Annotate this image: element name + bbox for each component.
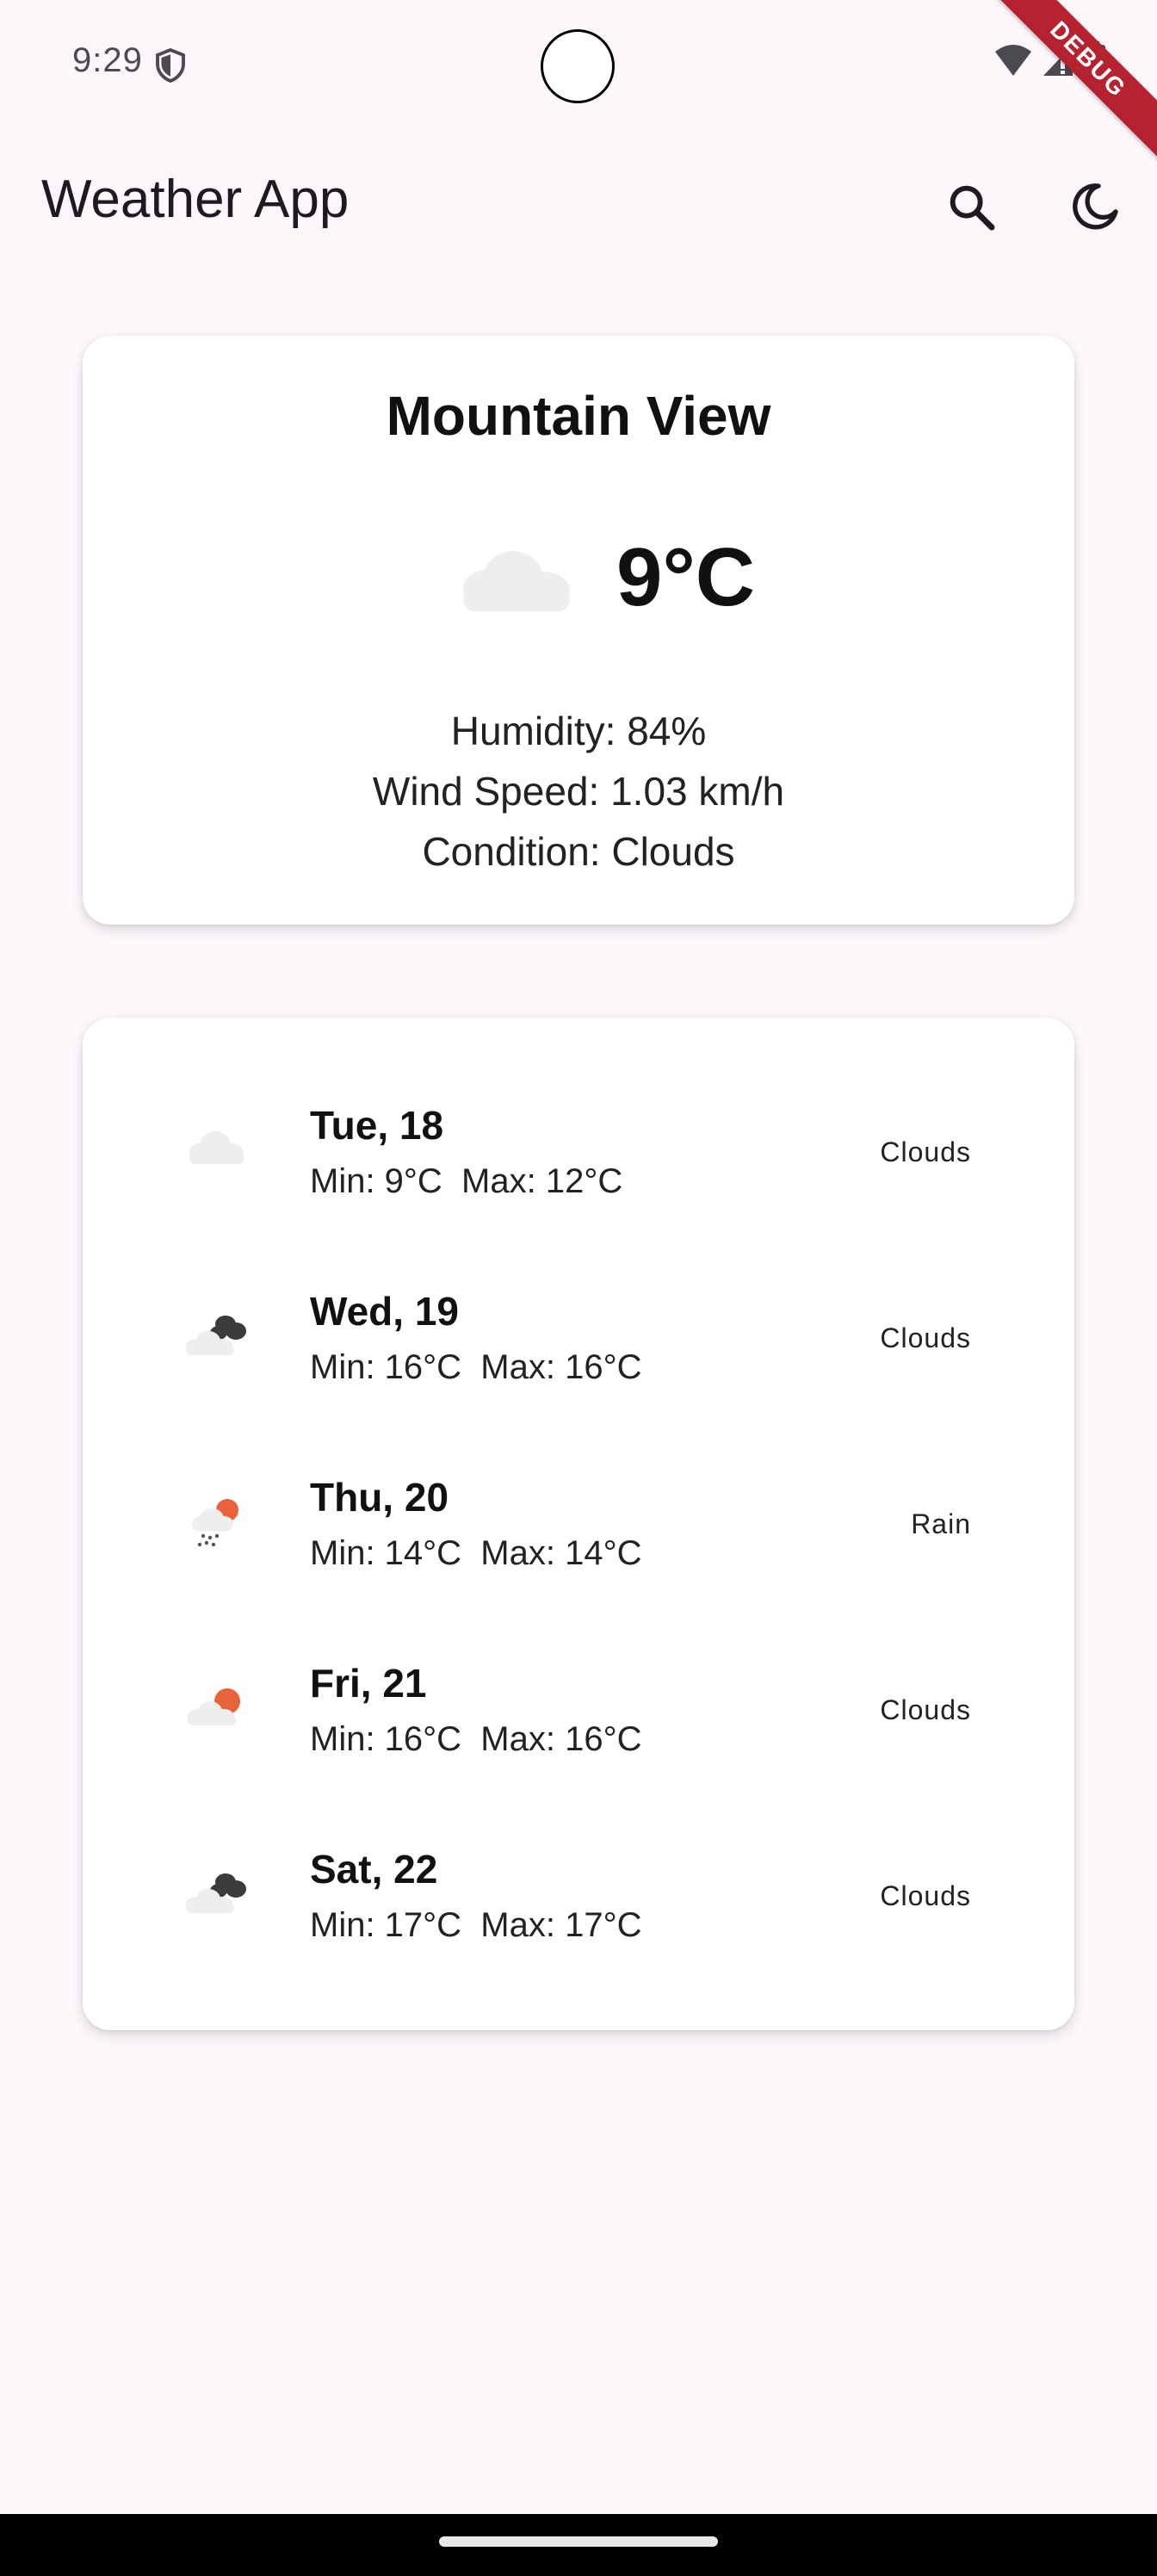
- forecast-temp-range: Min: 9°C Max: 12°C: [310, 1162, 623, 1200]
- search-icon: [950, 185, 995, 231]
- forecast-date: Thu, 20: [310, 1475, 449, 1520]
- humidity-text: Humidity: 84%: [450, 709, 707, 753]
- forecast-condition: Clouds: [880, 1880, 971, 1911]
- status-time: 9:29: [72, 41, 143, 79]
- camera-cutout: [541, 29, 615, 103]
- dark-mode-toggle-button[interactable]: [1061, 172, 1129, 241]
- wind-speed-text: Wind Speed: 1.03 km/h: [372, 769, 785, 814]
- app-bar: Weather App: [0, 146, 1157, 258]
- forecast-row[interactable]: Wed, 19 Min: 16°C Max: 16°C Clouds: [83, 1255, 1074, 1441]
- current-weather-card: Mountain View 9°C Humidity: 84% Wind Spe…: [83, 336, 1074, 925]
- app-screen: 9:29 DEBUG Weather App Mountain View 9°C…: [0, 0, 1157, 2576]
- broken-clouds-icon: [186, 1316, 246, 1355]
- forecast-condition: Clouds: [880, 1694, 971, 1725]
- forecast-condition: Clouds: [880, 1322, 971, 1353]
- forecast-temp-range: Min: 16°C Max: 16°C: [310, 1720, 642, 1758]
- city-name: Mountain View: [386, 385, 771, 447]
- forecast-temp-range: Min: 16°C Max: 16°C: [310, 1348, 642, 1386]
- forecast-row[interactable]: Sat, 22 Min: 17°C Max: 17°C Clouds: [83, 1813, 1074, 1999]
- forecast-row[interactable]: Thu, 20 Min: 14°C Max: 14°C Rain: [83, 1441, 1074, 1627]
- broken-clouds-icon: [186, 1873, 246, 1913]
- forecast-card: Tue, 18 Min: 9°C Max: 12°C Clouds Wed, 1…: [83, 1018, 1074, 2030]
- shield-icon: [156, 48, 185, 83]
- forecast-temp-range: Min: 17°C Max: 17°C: [310, 1906, 642, 1944]
- condition-text: Condition: Clouds: [422, 829, 735, 874]
- status-bar: 9:29 DEBUG: [0, 0, 1157, 165]
- forecast-date: Sat, 22: [310, 1847, 438, 1892]
- cloud-icon: [463, 551, 570, 611]
- rain-sun-icon: [192, 1499, 238, 1547]
- light-clouds-icon: [189, 1131, 244, 1164]
- moon-icon: [1073, 183, 1118, 230]
- sun-cloud-icon: [188, 1688, 240, 1725]
- forecast-condition: Clouds: [880, 1136, 971, 1167]
- forecast-row[interactable]: Fri, 21 Min: 16°C Max: 16°C Clouds: [83, 1627, 1074, 1813]
- forecast-date: Fri, 21: [310, 1661, 427, 1706]
- forecast-condition: Rain: [911, 1508, 971, 1539]
- forecast-temp-range: Min: 14°C Max: 14°C: [310, 1534, 642, 1572]
- search-button[interactable]: [937, 172, 1005, 241]
- forecast-row[interactable]: Tue, 18 Min: 9°C Max: 12°C Clouds: [83, 1069, 1074, 1255]
- app-title: Weather App: [41, 170, 350, 229]
- debug-banner: DEBUG: [982, 0, 1157, 165]
- wifi-icon: [995, 45, 1031, 76]
- current-temperature: 9°C: [616, 531, 756, 623]
- home-indicator[interactable]: [439, 2536, 718, 2547]
- forecast-date: Tue, 18: [310, 1103, 444, 1148]
- forecast-date: Wed, 19: [310, 1289, 459, 1334]
